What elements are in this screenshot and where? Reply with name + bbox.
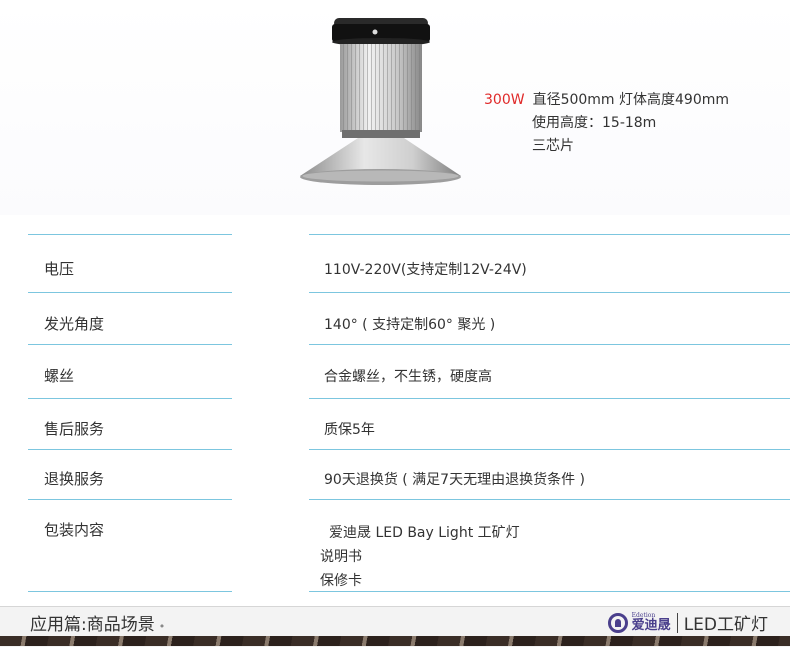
chip-text: 三芯片: [532, 138, 574, 154]
spec-label: 退换服务: [44, 470, 105, 488]
divider: [309, 344, 790, 345]
package-item: 爱迪晟 LED Bay Light 工矿灯: [329, 525, 520, 541]
divider: [28, 234, 232, 235]
brand-product-name: LED工矿灯: [683, 615, 768, 635]
product-spec-summary: 300W 直径500mm 灯体高度490mm 使用高度：15-18m 三芯片: [484, 89, 729, 158]
brand-logo-text: Edetion 爱迪晟: [631, 613, 671, 633]
divider: [309, 292, 790, 293]
section-title-text: 应用篇:商品场景: [30, 615, 155, 635]
mount-height-text: 使用高度：15-18m: [532, 115, 657, 131]
divider: [28, 591, 232, 592]
divider: [28, 449, 232, 450]
divider: [28, 499, 232, 500]
section-title: 应用篇:商品场景 •: [30, 610, 165, 635]
spec-label: 发光角度: [44, 315, 105, 333]
brand-divider: [676, 612, 678, 633]
divider: [309, 499, 790, 500]
wattage-label: 300W: [484, 92, 525, 108]
high-bay-lamp-image: [300, 18, 461, 185]
package-item: 保修卡: [320, 573, 362, 589]
spec-label: 售后服务: [44, 420, 105, 438]
spec-label: 螺丝: [44, 367, 75, 385]
package-item: 说明书: [320, 549, 362, 565]
divider: [28, 344, 232, 345]
divider: [309, 591, 790, 592]
divider: [28, 398, 232, 399]
spec-value: 140° ( 支持定制60° 聚光 ): [324, 317, 496, 333]
brand-logo-icon: [607, 612, 628, 633]
spec-value: 90天退换货 ( 满足7天无理由退换货条件 ): [324, 472, 585, 488]
brand-cn: 爱迪晟: [631, 618, 671, 633]
package-contents: 爱迪晟 LED Bay Light 工矿灯 说明书 保修卡: [320, 521, 520, 593]
divider: [309, 449, 790, 450]
dimension-text: 直径500mm 灯体高度490mm: [532, 92, 730, 108]
scene-photo-strip: [0, 636, 790, 646]
spec-value: 合金螺丝，不生锈，硬度高: [324, 369, 492, 385]
brand-block: Edetion 爱迪晟 LED工矿灯: [607, 610, 768, 635]
spec-label: 电压: [44, 260, 75, 278]
divider: [28, 292, 232, 293]
bullet-dot: •: [158, 620, 166, 633]
divider: [309, 398, 790, 399]
spec-label: 包装内容: [44, 521, 105, 539]
product-hero: 300W 直径500mm 灯体高度490mm 使用高度：15-18m 三芯片: [0, 0, 790, 215]
spec-value: 质保5年: [324, 422, 375, 438]
spec-value: 110V-220V(支持定制12V-24V): [324, 262, 527, 278]
divider: [309, 234, 790, 235]
